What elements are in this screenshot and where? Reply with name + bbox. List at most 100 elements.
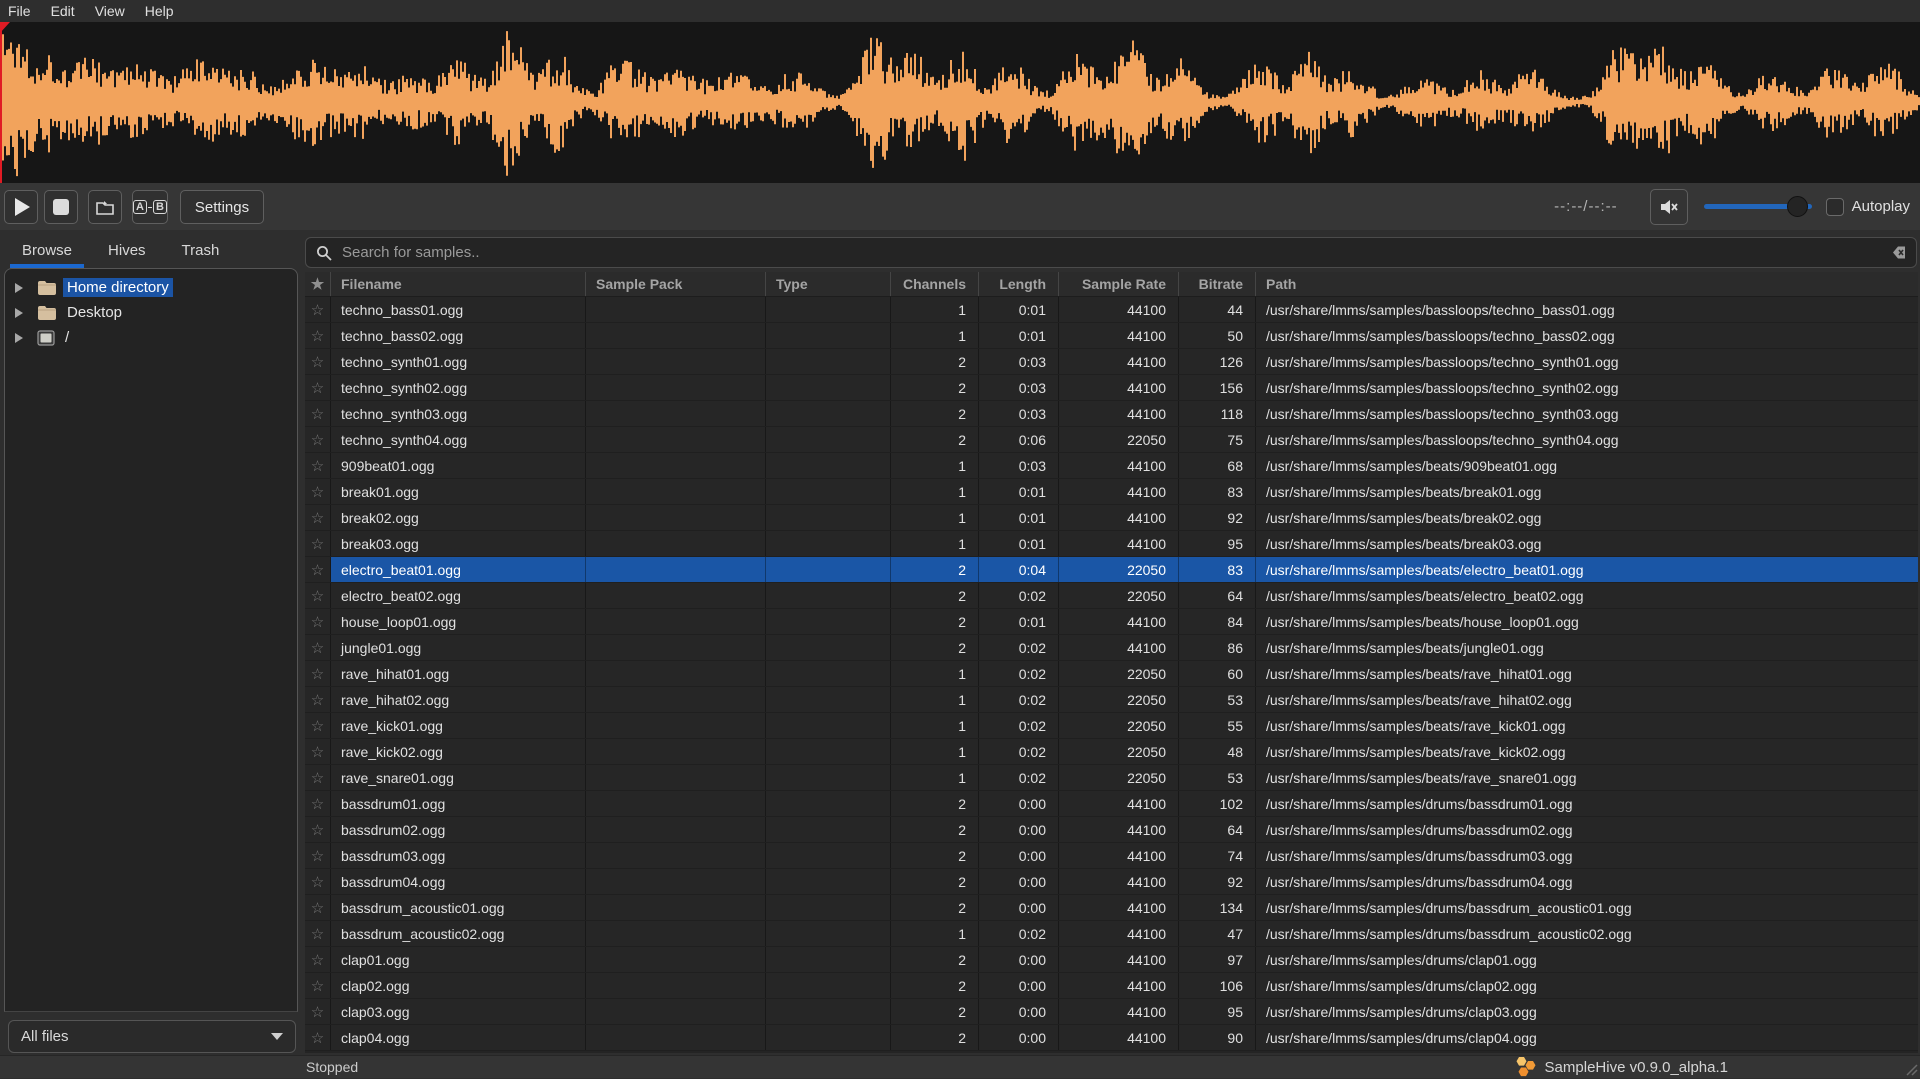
tree-item-desktop[interactable]: Desktop bbox=[5, 300, 297, 325]
open-file-button[interactable] bbox=[88, 190, 122, 224]
favorite-star[interactable]: ☆ bbox=[305, 895, 331, 920]
favorite-star[interactable]: ☆ bbox=[305, 817, 331, 842]
table-row[interactable]: ☆techno_bass01.ogg10:014410044/usr/share… bbox=[305, 297, 1918, 323]
favorite-star[interactable]: ☆ bbox=[305, 609, 331, 634]
column-header-channels[interactable]: Channels bbox=[891, 272, 979, 296]
table-row[interactable]: ☆bassdrum01.ogg20:0044100102/usr/share/l… bbox=[305, 791, 1918, 817]
table-row[interactable]: ☆house_loop01.ogg20:014410084/usr/share/… bbox=[305, 609, 1918, 635]
favorite-star[interactable]: ☆ bbox=[305, 869, 331, 894]
favorite-star[interactable]: ☆ bbox=[305, 765, 331, 790]
table-row[interactable]: ☆rave_kick02.ogg10:022205048/usr/share/l… bbox=[305, 739, 1918, 765]
stop-button[interactable] bbox=[44, 190, 78, 224]
favorite-star[interactable]: ☆ bbox=[305, 661, 331, 686]
table-row[interactable]: ☆techno_synth02.ogg20:0344100156/usr/sha… bbox=[305, 375, 1918, 401]
table-row[interactable]: ☆electro_beat01.ogg20:042205083/usr/shar… bbox=[305, 557, 1918, 583]
menu-edit[interactable]: Edit bbox=[51, 3, 87, 19]
file-filter-dropdown[interactable]: All files bbox=[8, 1020, 296, 1053]
table-row[interactable]: ☆break03.ogg10:014410095/usr/share/lmms/… bbox=[305, 531, 1918, 557]
column-header-sample-rate[interactable]: Sample Rate bbox=[1059, 272, 1179, 296]
favorite-star[interactable]: ☆ bbox=[305, 557, 331, 582]
favorite-star[interactable]: ☆ bbox=[305, 401, 331, 426]
favorite-star[interactable]: ☆ bbox=[305, 297, 331, 322]
expand-arrow-icon[interactable] bbox=[15, 308, 23, 318]
column-header-filename[interactable]: Filename bbox=[331, 272, 586, 296]
favorite-star[interactable]: ☆ bbox=[305, 739, 331, 764]
table-row[interactable]: ☆break02.ogg10:014410092/usr/share/lmms/… bbox=[305, 505, 1918, 531]
column-header-path[interactable]: Path bbox=[1256, 272, 1918, 296]
table-row[interactable]: ☆rave_hihat01.ogg10:022205060/usr/share/… bbox=[305, 661, 1918, 687]
favorite-star[interactable]: ☆ bbox=[305, 427, 331, 452]
column-header-sample-pack[interactable]: Sample Pack bbox=[586, 272, 766, 296]
favorite-star[interactable]: ☆ bbox=[305, 505, 331, 530]
table-row[interactable]: ☆clap01.ogg20:004410097/usr/share/lmms/s… bbox=[305, 947, 1918, 973]
expand-arrow-icon[interactable] bbox=[15, 283, 23, 293]
app-version-cluster: SampleHive v0.9.0_alpha.1 bbox=[1512, 1055, 1728, 1079]
cell-bitrate: 68 bbox=[1179, 453, 1256, 478]
volume-slider[interactable] bbox=[1704, 196, 1812, 218]
table-row[interactable]: ☆909beat01.ogg10:034410068/usr/share/lmm… bbox=[305, 453, 1918, 479]
column-header-type[interactable]: Type bbox=[766, 272, 891, 296]
table-row[interactable]: ☆bassdrum_acoustic01.ogg20:0044100134/us… bbox=[305, 895, 1918, 921]
favorite-star[interactable]: ☆ bbox=[305, 323, 331, 348]
favorite-star[interactable]: ☆ bbox=[305, 973, 331, 998]
cell-filename: break03.ogg bbox=[331, 531, 586, 556]
table-row[interactable]: ☆bassdrum_acoustic02.ogg10:024410047/usr… bbox=[305, 921, 1918, 947]
favorite-star[interactable]: ☆ bbox=[305, 921, 331, 946]
table-row[interactable]: ☆bassdrum03.ogg20:004410074/usr/share/lm… bbox=[305, 843, 1918, 869]
table-row[interactable]: ☆clap02.ogg20:0044100106/usr/share/lmms/… bbox=[305, 973, 1918, 999]
favorite-star[interactable]: ☆ bbox=[305, 1025, 331, 1050]
menu-help[interactable]: Help bbox=[145, 3, 186, 19]
table-row[interactable]: ☆rave_hihat02.ogg10:022205053/usr/share/… bbox=[305, 687, 1918, 713]
favorite-star[interactable]: ☆ bbox=[305, 479, 331, 504]
mute-button[interactable] bbox=[1650, 189, 1688, 225]
folder-open-icon bbox=[95, 198, 115, 216]
table-header: ★ Filename Sample Pack Type Channels Len… bbox=[305, 272, 1918, 297]
tree-item-root[interactable]: / bbox=[5, 325, 297, 350]
loop-ab-button[interactable]: AB bbox=[132, 190, 168, 224]
search-input[interactable] bbox=[340, 243, 1879, 262]
settings-button[interactable]: Settings bbox=[180, 190, 264, 224]
resize-grip[interactable] bbox=[1902, 1060, 1918, 1076]
table-row[interactable]: ☆techno_synth01.ogg20:0344100126/usr/sha… bbox=[305, 349, 1918, 375]
table-row[interactable]: ☆techno_synth04.ogg20:062205075/usr/shar… bbox=[305, 427, 1918, 453]
favorite-star[interactable]: ☆ bbox=[305, 713, 331, 738]
tab-browse[interactable]: Browse bbox=[4, 232, 90, 268]
tab-trash[interactable]: Trash bbox=[164, 232, 238, 268]
volume-slider-knob[interactable] bbox=[1787, 196, 1808, 217]
play-button[interactable] bbox=[4, 190, 38, 224]
tree-item-home-directory[interactable]: Home directory bbox=[5, 275, 297, 300]
table-row[interactable]: ☆bassdrum04.ogg20:004410092/usr/share/lm… bbox=[305, 869, 1918, 895]
autoplay-checkbox[interactable] bbox=[1826, 198, 1844, 216]
table-row[interactable]: ☆clap04.ogg20:004410090/usr/share/lmms/s… bbox=[305, 1025, 1918, 1051]
table-row[interactable]: ☆break01.ogg10:014410083/usr/share/lmms/… bbox=[305, 479, 1918, 505]
favorite-star[interactable]: ☆ bbox=[305, 687, 331, 712]
table-row[interactable]: ☆bassdrum02.ogg20:004410064/usr/share/lm… bbox=[305, 817, 1918, 843]
favorite-star[interactable]: ☆ bbox=[305, 453, 331, 478]
favorite-star[interactable]: ☆ bbox=[305, 635, 331, 660]
favorite-star[interactable]: ☆ bbox=[305, 531, 331, 556]
menu-file[interactable]: File bbox=[8, 3, 43, 19]
table-row[interactable]: ☆clap03.ogg20:004410095/usr/share/lmms/s… bbox=[305, 999, 1918, 1025]
favorite-star[interactable]: ☆ bbox=[305, 375, 331, 400]
cell-type bbox=[766, 765, 891, 790]
table-row[interactable]: ☆electro_beat02.ogg20:022205064/usr/shar… bbox=[305, 583, 1918, 609]
favorite-star[interactable]: ☆ bbox=[305, 843, 331, 868]
favorite-star[interactable]: ☆ bbox=[305, 349, 331, 374]
favorite-star[interactable]: ☆ bbox=[305, 583, 331, 608]
menu-view[interactable]: View bbox=[95, 3, 137, 19]
column-header-favorite[interactable]: ★ bbox=[305, 272, 331, 296]
table-row[interactable]: ☆jungle01.ogg20:024410086/usr/share/lmms… bbox=[305, 635, 1918, 661]
waveform-panel[interactable] bbox=[0, 22, 1920, 183]
column-header-bitrate[interactable]: Bitrate bbox=[1179, 272, 1256, 296]
expand-arrow-icon[interactable] bbox=[15, 333, 23, 343]
favorite-star[interactable]: ☆ bbox=[305, 999, 331, 1024]
clear-search-icon[interactable] bbox=[1887, 245, 1906, 260]
column-header-length[interactable]: Length bbox=[979, 272, 1059, 296]
table-row[interactable]: ☆techno_bass02.ogg10:014410050/usr/share… bbox=[305, 323, 1918, 349]
favorite-star[interactable]: ☆ bbox=[305, 947, 331, 972]
table-row[interactable]: ☆rave_snare01.ogg10:022205053/usr/share/… bbox=[305, 765, 1918, 791]
tab-hives[interactable]: Hives bbox=[90, 232, 164, 268]
table-row[interactable]: ☆rave_kick01.ogg10:022205055/usr/share/l… bbox=[305, 713, 1918, 739]
favorite-star[interactable]: ☆ bbox=[305, 791, 331, 816]
table-row[interactable]: ☆techno_synth03.ogg20:0344100118/usr/sha… bbox=[305, 401, 1918, 427]
